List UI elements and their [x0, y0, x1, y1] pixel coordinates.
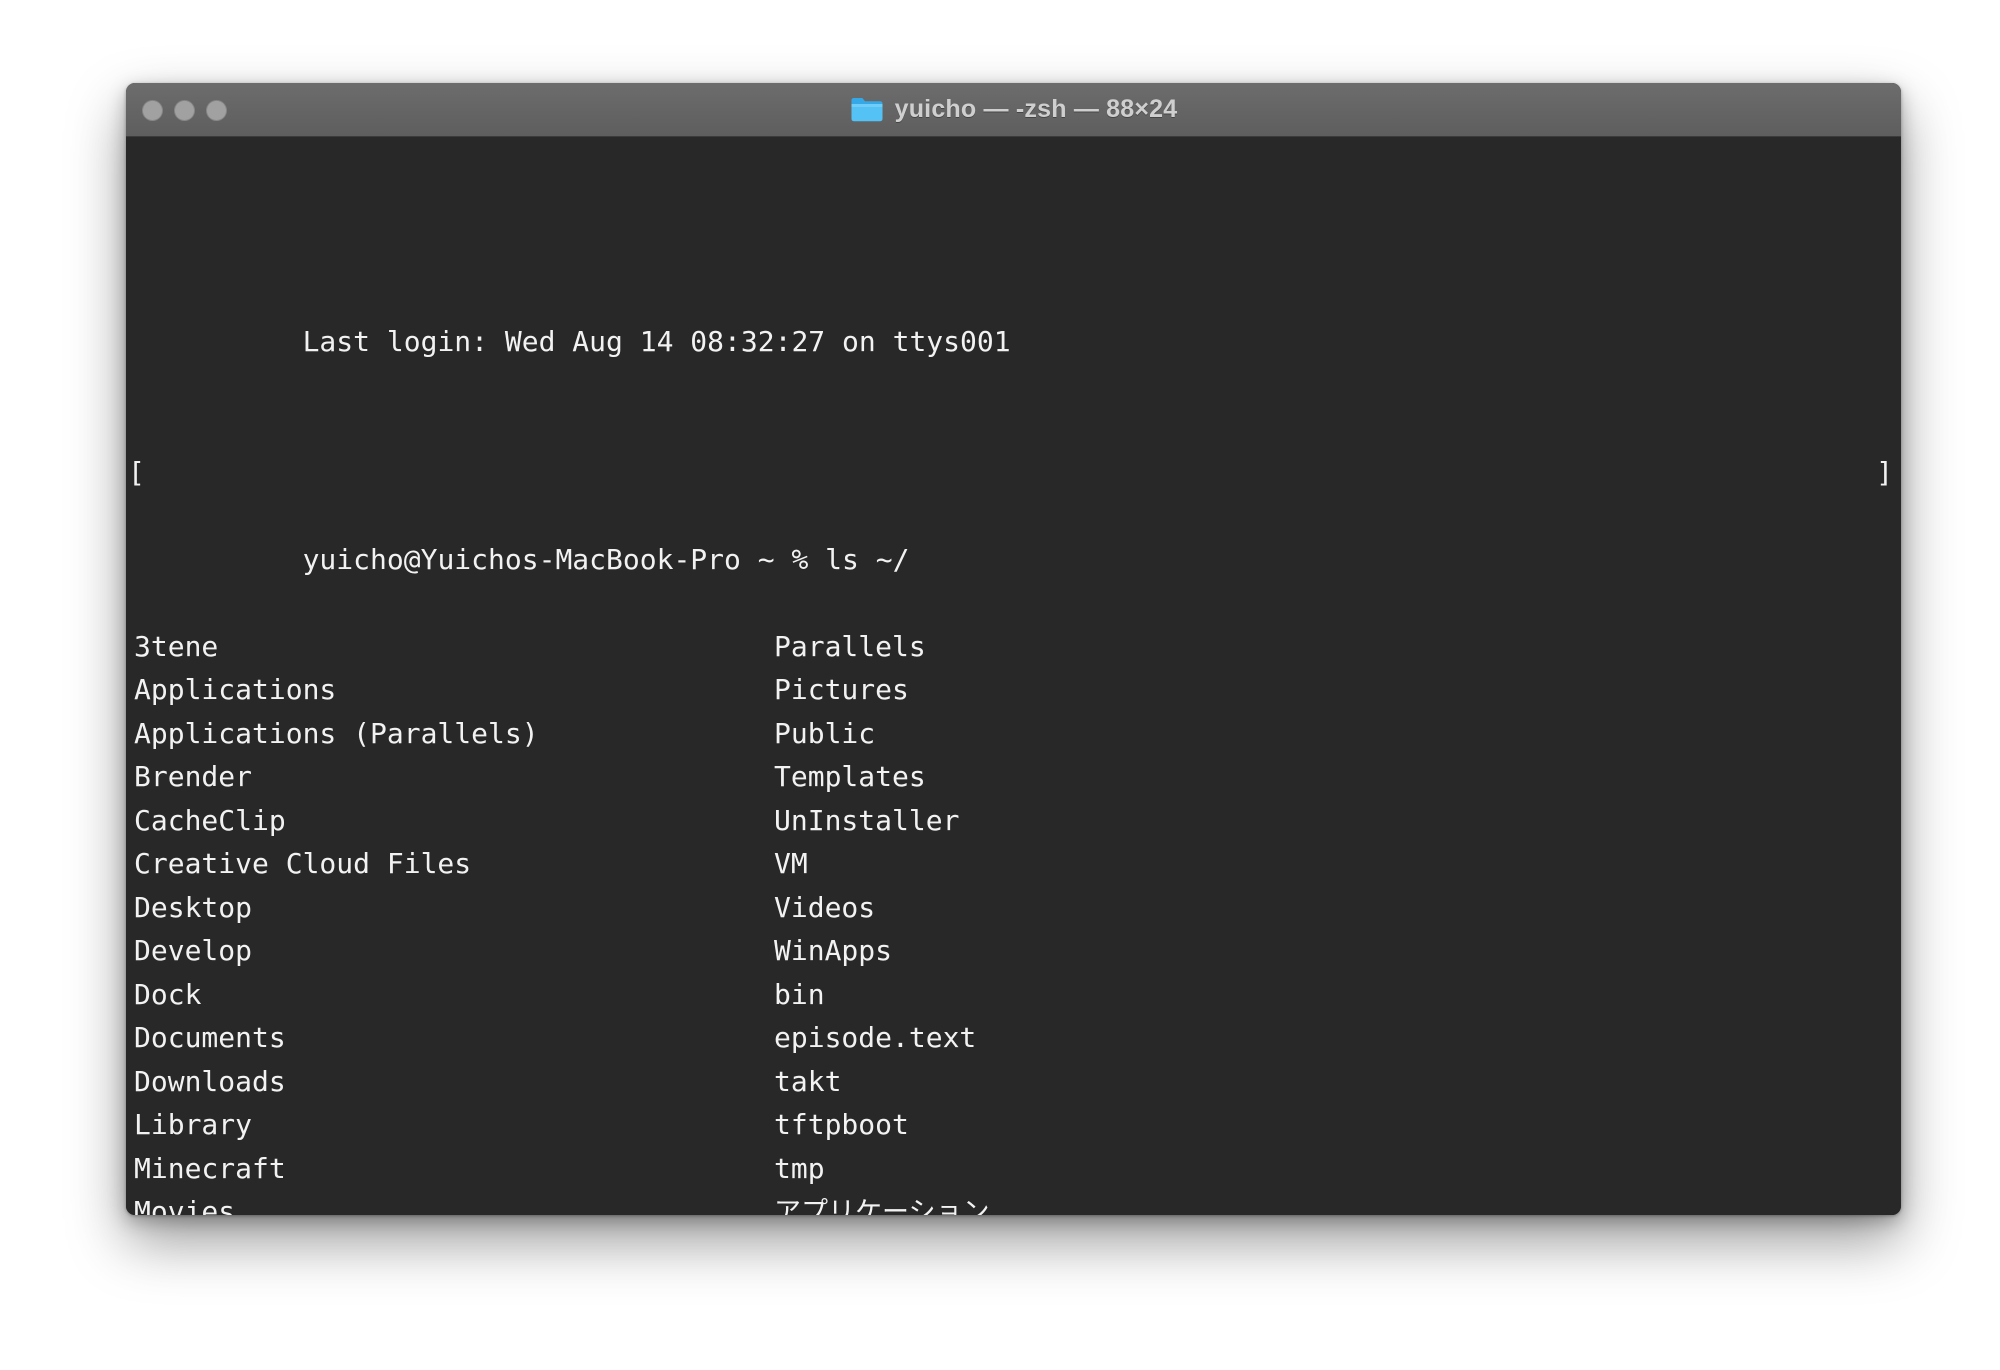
prompt-bracket-open: [ [128, 455, 145, 489]
ls-entry-right: アプリケーション [774, 1197, 990, 1215]
ls-output-row: Movies アプリケーション [126, 1190, 1901, 1215]
ls-entry-right: VM [774, 847, 808, 880]
minimize-button[interactable] [174, 99, 195, 121]
ls-entry-right: Templates [774, 760, 926, 793]
ls-entry-left: Brender [134, 760, 253, 793]
ls-entry-right: tftpboot [774, 1108, 909, 1141]
traffic-light-group [142, 83, 227, 137]
ls-entry-left: CacheClip [134, 803, 286, 837]
window-titlebar[interactable]: yuicho — -zsh — 88×24 [126, 83, 1901, 137]
ls-entry-left: Creative Cloud Files [134, 847, 472, 880]
ls-output-row: Documents episode.text [126, 1016, 1901, 1060]
ls-output-row: Brender Templates [126, 755, 1901, 799]
ls-output-row: Dock bin [126, 973, 1901, 1017]
ls-entry-left: Applications (Parallels) [134, 716, 539, 750]
folder-icon [850, 96, 884, 123]
terminal-content-area[interactable]: Last login: Wed Aug 14 08:32:27 on ttys0… [126, 137, 1901, 1215]
ls-output-row: CacheClip UnInstaller [126, 799, 1901, 843]
ls-output-row: Develop WinApps [126, 929, 1901, 973]
prompt-string: yuicho@Yuichos-MacBook-Pro ~ % [302, 542, 826, 576]
ls-entry-left: Dock [134, 977, 202, 1011]
ls-entry-right: takt [774, 1064, 842, 1098]
prompt-bracket-close: ] [1876, 455, 1893, 489]
ls-output-row: Minecraft tmp [126, 1147, 1901, 1191]
ls-entry-right: Videos [774, 890, 876, 924]
zoom-button[interactable] [206, 99, 227, 121]
ls-entry-left: Library [134, 1108, 253, 1141]
ls-entry-left: Documents [134, 1021, 286, 1054]
ls-output-row: Applications (Parallels) Public [126, 712, 1901, 756]
ls-output-row: Desktop Videos [126, 886, 1901, 930]
ls-output-row: Applications Pictures [126, 668, 1901, 712]
ls-entry-right: Parallels [774, 629, 926, 663]
ls-entry-left: Applications [134, 673, 337, 706]
ls-entry-right: UnInstaller [774, 803, 960, 837]
ls-output-listing: 3tene Parallels Applications Pictures Applic… [126, 625, 1901, 1216]
close-button[interactable] [142, 99, 163, 121]
command-text: ls ~/ [825, 542, 910, 576]
ls-entry-right: episode.text [774, 1021, 977, 1054]
terminal-text: Last login: Wed Aug 14 08:32:27 on ttys0… [126, 146, 1901, 1215]
ls-entry-right: Public [774, 716, 876, 750]
window-title: yuicho — -zsh — 88×24 [894, 95, 1178, 123]
ls-entry-left: 3tene [134, 629, 219, 663]
ls-entry-right: Pictures [774, 673, 909, 706]
ls-output-row: 3tene Parallels [126, 625, 1901, 669]
ls-entry-right: bin [774, 977, 825, 1011]
ls-output-row: Downloads takt [126, 1060, 1901, 1104]
ls-entry-left: Downloads [134, 1064, 286, 1098]
ls-output-row: Creative Cloud Files VM [126, 842, 1901, 886]
ls-entry-right: WinApps [774, 934, 893, 967]
last-login-text: Last login: Wed Aug 14 08:32:27 on ttys0… [302, 325, 1011, 358]
terminal-window[interactable]: yuicho — -zsh — 88×24 Last login: Wed Au… [126, 83, 1901, 1215]
ls-entry-left: Minecraft [134, 1151, 286, 1185]
ls-output-row: Library tftpboot [126, 1103, 1901, 1147]
window-title-group: yuicho — -zsh — 88×24 [850, 95, 1178, 124]
ls-entry-left: Movies [134, 1195, 236, 1215]
ls-entry-left: Desktop [134, 890, 253, 924]
terminal-line-command-prompt: [ yuicho@Yuichos-MacBook-Pro ~ % ls ~/ ] [126, 451, 1901, 576]
ls-entry-left: Develop [134, 934, 253, 967]
terminal-line-last-login: Last login: Wed Aug 14 08:32:27 on ttys0… [126, 277, 1901, 358]
ls-entry-right: tmp [774, 1151, 825, 1185]
desktop-background: yuicho — -zsh — 88×24 Last login: Wed Au… [0, 0, 2000, 1370]
